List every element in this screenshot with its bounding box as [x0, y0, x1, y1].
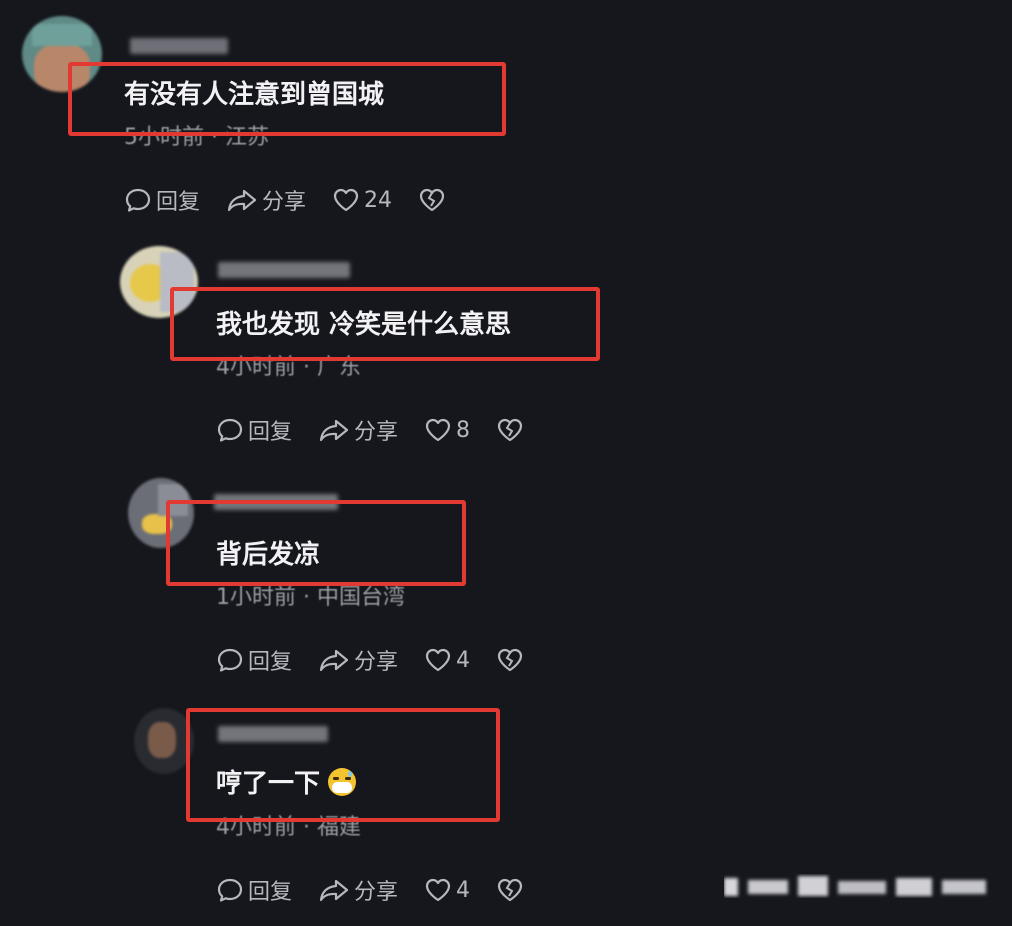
like-count: 8 [456, 417, 471, 443]
broken-heart-icon [496, 646, 524, 674]
like-button[interactable]: 8 [424, 416, 470, 444]
reply-button[interactable]: 回复 [216, 644, 292, 676]
share-button[interactable]: 分享 [226, 184, 306, 216]
comment-actions: 回复 分享 24 [124, 184, 472, 216]
like-button[interactable]: 24 [332, 186, 392, 214]
reply-label: 回复 [248, 420, 293, 445]
share-arrow-icon [318, 416, 350, 444]
dislike-button[interactable] [496, 416, 524, 444]
speech-bubble-icon [216, 646, 244, 674]
reply-item: 背后发凉 1小时前 · 中国台湾 回复 分享 4 [0, 460, 1012, 690]
share-arrow-icon [318, 876, 350, 904]
broken-heart-icon [496, 416, 524, 444]
share-arrow-icon [318, 646, 350, 674]
dislike-button[interactable] [496, 646, 524, 674]
share-button[interactable]: 分享 [318, 414, 398, 446]
comment-actions: 回复 分享 8 [216, 414, 550, 446]
username[interactable] [218, 262, 350, 278]
share-button[interactable]: 分享 [318, 644, 398, 676]
reply-label: 回复 [156, 190, 201, 215]
share-label: 分享 [354, 880, 399, 905]
broken-heart-icon [418, 186, 446, 214]
share-label: 分享 [354, 650, 399, 675]
like-button[interactable]: 4 [424, 646, 470, 674]
highlight-box [186, 708, 500, 822]
avatar[interactable] [134, 708, 194, 774]
heart-icon [424, 416, 452, 444]
reply-label: 回复 [248, 650, 293, 675]
heart-icon [424, 646, 452, 674]
dislike-button[interactable] [418, 186, 446, 214]
watermark [724, 872, 992, 902]
dislike-button[interactable] [496, 876, 524, 904]
username[interactable] [130, 38, 228, 54]
highlight-box [166, 500, 466, 586]
heart-icon [424, 876, 452, 904]
comment-actions: 回复 分享 4 [216, 644, 550, 676]
reply-label: 回复 [248, 880, 293, 905]
reply-button[interactable]: 回复 [216, 874, 292, 906]
heart-icon [332, 186, 360, 214]
like-button[interactable]: 4 [424, 876, 470, 904]
highlight-box [170, 287, 600, 361]
comment-meta: 1小时前 · 中国台湾 [216, 585, 405, 610]
comment-actions: 回复 分享 4 [216, 874, 550, 906]
reply-button[interactable]: 回复 [124, 184, 200, 216]
speech-bubble-icon [216, 876, 244, 904]
share-label: 分享 [354, 420, 399, 445]
speech-bubble-icon [216, 416, 244, 444]
highlight-box [68, 62, 506, 136]
like-count: 4 [456, 877, 471, 903]
like-count: 4 [456, 647, 471, 673]
reply-button[interactable]: 回复 [216, 414, 292, 446]
broken-heart-icon [496, 876, 524, 904]
share-label: 分享 [262, 190, 307, 215]
like-count: 24 [364, 187, 393, 213]
share-button[interactable]: 分享 [318, 874, 398, 906]
share-arrow-icon [226, 186, 258, 214]
speech-bubble-icon [124, 186, 152, 214]
